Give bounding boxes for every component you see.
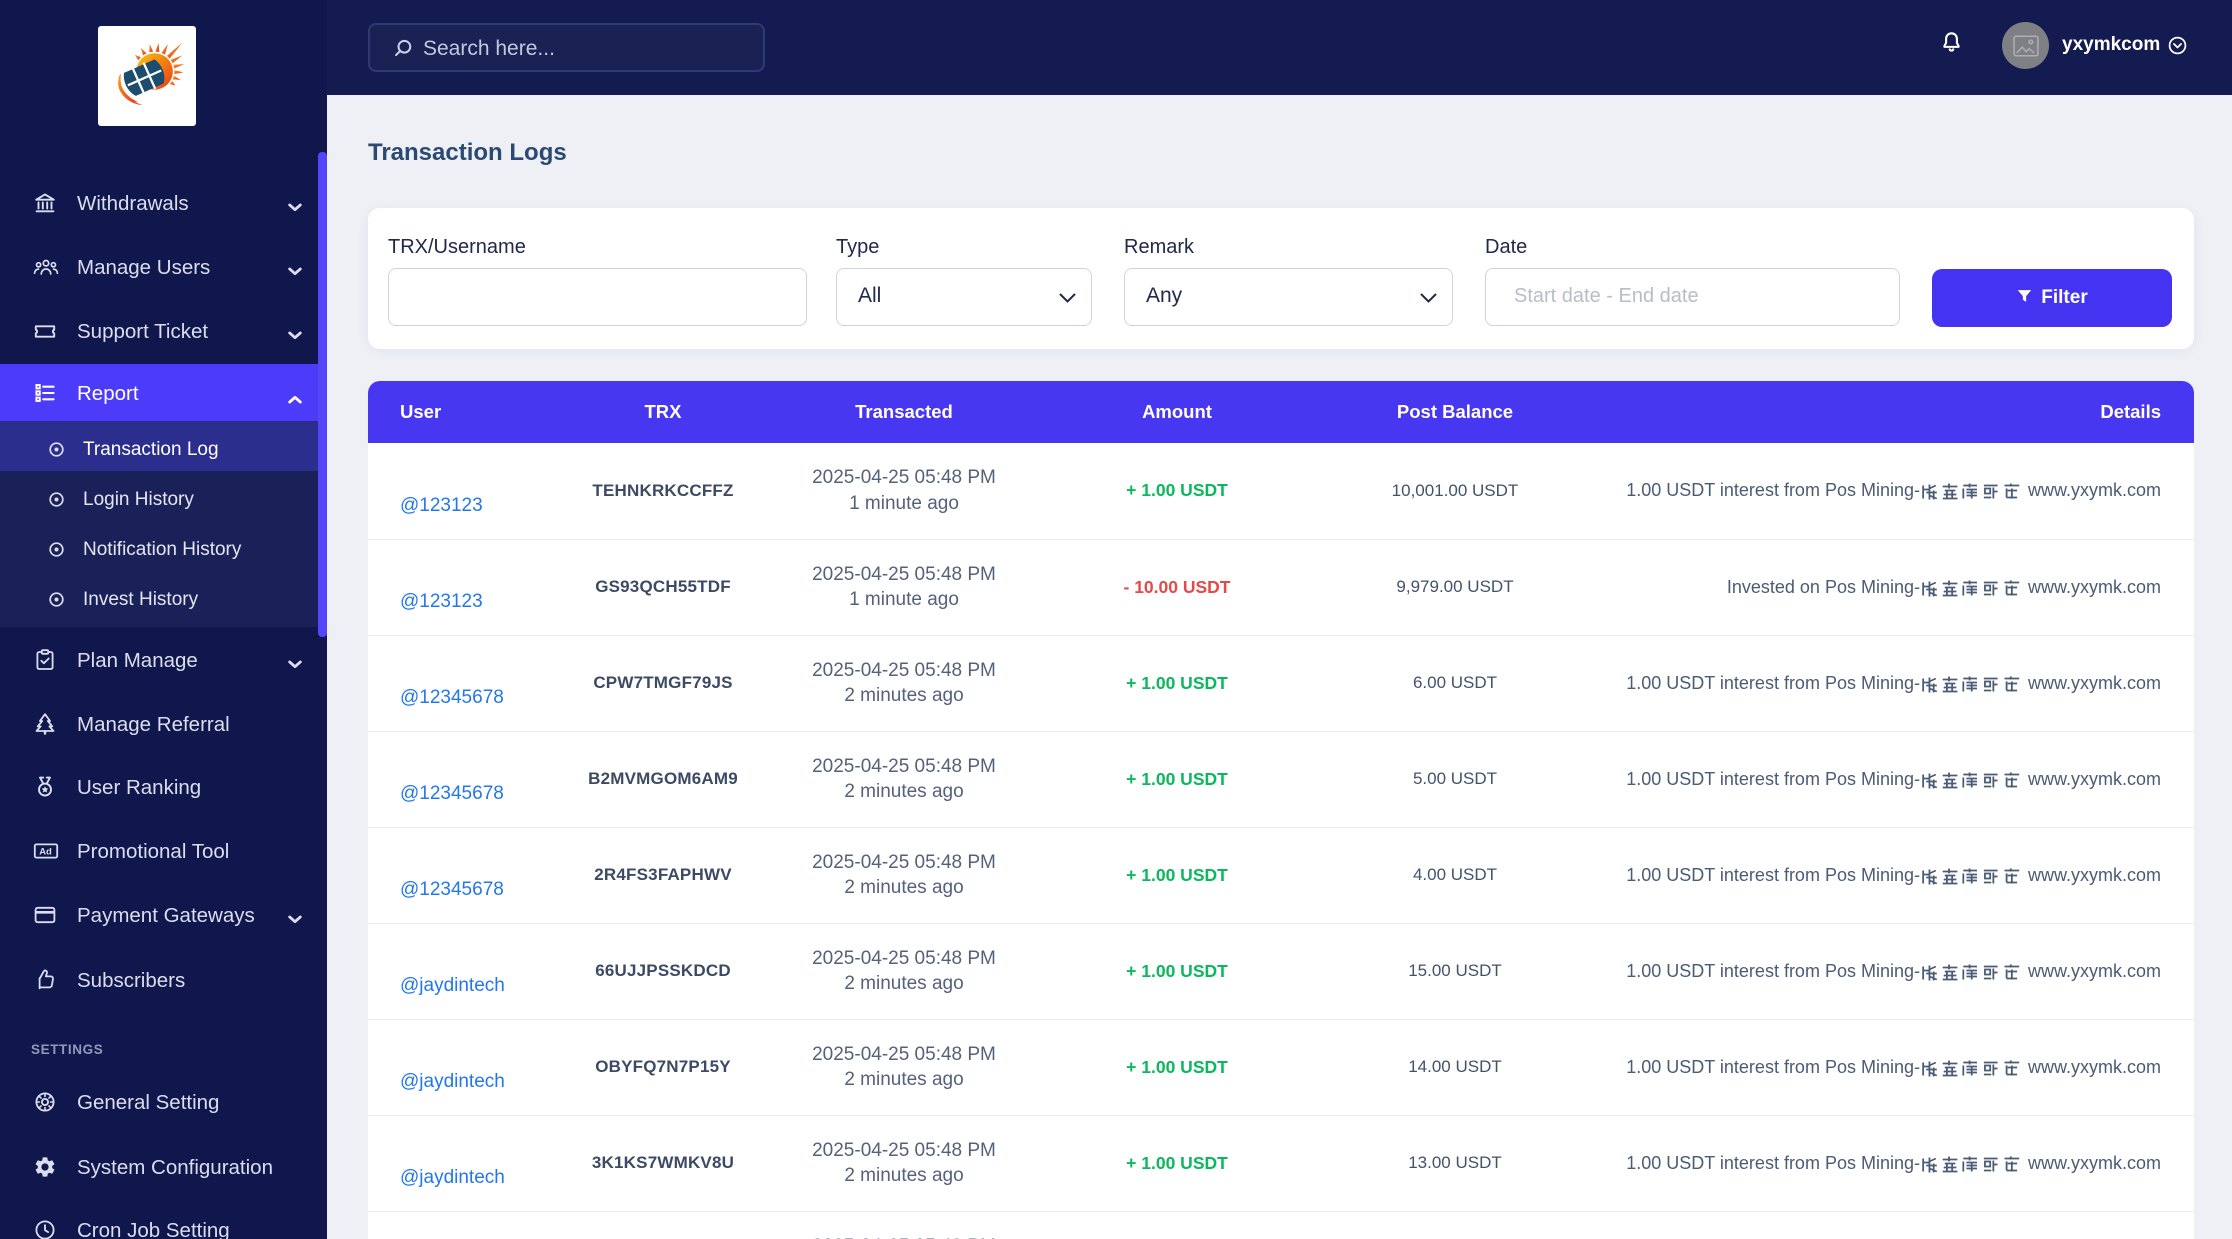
svg-text:Ad: Ad — [39, 847, 52, 858]
